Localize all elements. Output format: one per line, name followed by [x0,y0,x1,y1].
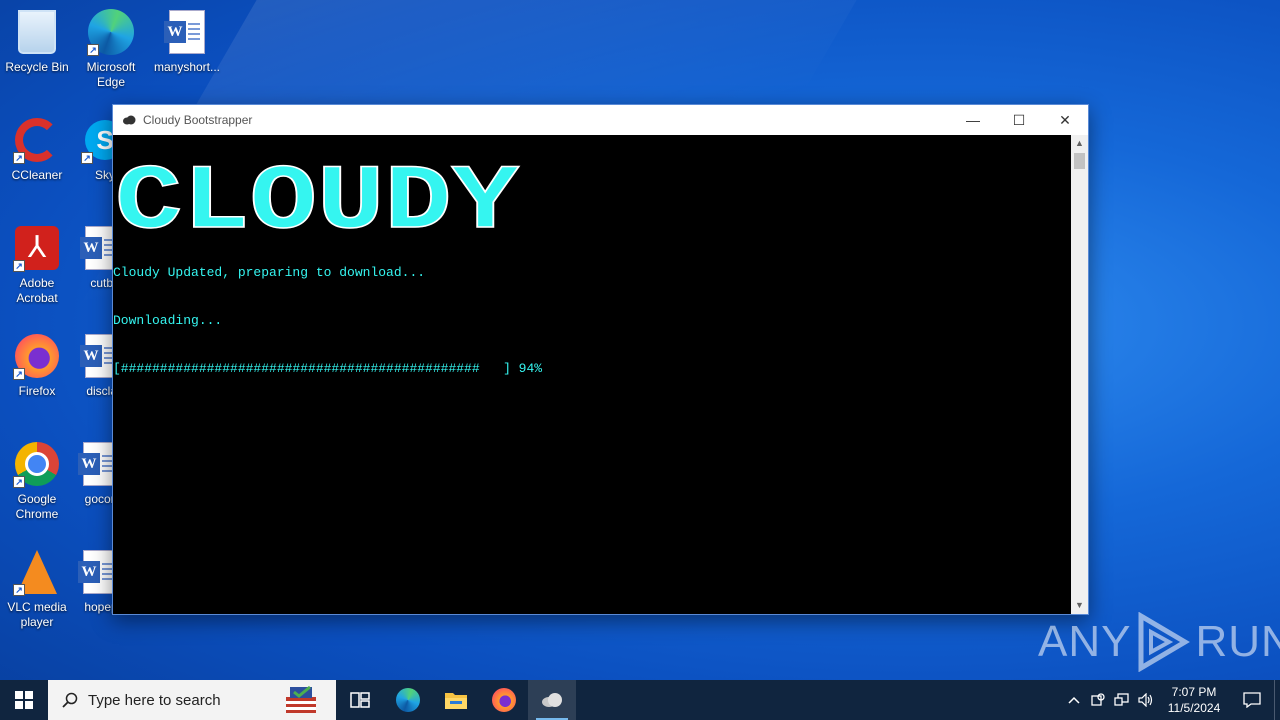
vertical-scrollbar[interactable]: ▲ ▼ [1071,135,1088,614]
task-view-icon [350,692,370,708]
shortcut-arrow-icon: ↗ [87,44,99,56]
vlc-icon: ↗ [13,548,61,596]
search-icon [62,692,78,708]
window-titlebar[interactable]: Cloudy Bootstrapper — ☐ ✕ [113,105,1088,135]
minimize-button[interactable]: — [950,105,996,135]
console-line-progress: [#######################################… [113,361,543,376]
desktop-icon-microsoft-edge[interactable]: ↗ Microsoft Edge [74,8,148,90]
desktop-icon-google-chrome[interactable]: ↗ Google Chrome [0,440,74,522]
ccleaner-icon: ↗ [13,116,61,164]
file-explorer-icon [445,693,467,709]
desktop-icon-label: Google Chrome [15,492,59,521]
action-center-button[interactable] [1230,680,1274,720]
shortcut-arrow-icon: ↗ [13,368,25,380]
recycle-bin-icon [13,8,61,56]
desktop-icon-ccleaner[interactable]: ↗ CCleaner [0,116,74,183]
play-logo-icon [1138,612,1191,672]
anyrun-watermark: ANY RUN [1038,612,1280,672]
notification-icon [1243,692,1261,708]
taskbar-search-box[interactable]: Type here to search [48,680,336,720]
cloudy-bootstrapper-window: Cloudy Bootstrapper — ☐ ✕ CLOUDY Cloudy … [112,104,1089,615]
taskbar-clock[interactable]: 7:07 PM 11/5/2024 [1158,684,1230,716]
scroll-up-icon[interactable]: ▲ [1071,135,1088,152]
desktop-icon-label: CCleaner [11,168,63,182]
tray-network-button[interactable] [1110,680,1134,720]
firefox-icon [492,688,516,712]
window-title: Cloudy Bootstrapper [143,113,253,127]
taskbar-file-explorer-button[interactable] [432,680,480,720]
clock-time: 7:07 PM [1171,685,1217,699]
firefox-icon: ↗ [13,332,61,380]
console-line-downloading: Downloading... [113,313,223,328]
chrome-icon: ↗ [13,440,61,488]
console-output[interactable]: CLOUDY Cloudy Updated, preparing to down… [113,135,1071,614]
desktop-icon-adobe-acrobat[interactable]: ⅄ ↗ Adobe Acrobat [0,224,74,306]
desktop-icon-manyshort[interactable]: W manyshort... [150,8,224,75]
system-tray: 7:07 PM 11/5/2024 [1062,680,1280,720]
cloudy-icon [542,693,562,707]
desktop-icon-label: Firefox [18,384,56,398]
shortcut-arrow-icon: ↗ [13,152,25,164]
edge-icon [396,688,420,712]
shortcut-arrow-icon: ↗ [81,152,93,164]
task-view-button[interactable] [336,680,384,720]
desktop-icon-label: VLC media player [7,600,67,629]
network-icon [1114,693,1129,706]
search-highlight-icon [286,685,316,713]
shortcut-arrow-icon: ↗ [13,260,25,272]
taskbar: Type here to search 7:07 PM 11/5/2024 [0,680,1280,720]
maximize-button[interactable]: ☐ [996,105,1042,135]
shortcut-arrow-icon: ↗ [13,476,25,488]
shortcut-arrow-icon: ↗ [13,584,25,596]
desktop-icon-label: manyshort... [153,60,221,74]
cloud-icon [121,112,137,128]
desktop-icon-vlc[interactable]: ↗ VLC media player [0,548,74,630]
taskbar-firefox-button[interactable] [480,680,528,720]
edge-icon: ↗ [87,8,135,56]
chevron-up-icon [1068,696,1080,704]
watermark-left: ANY [1038,617,1132,666]
taskbar-cloudy-button[interactable] [528,680,576,720]
word-doc-icon: W [163,8,211,56]
scroll-thumb[interactable] [1074,153,1085,169]
desktop-icon-label: Microsoft Edge [86,60,136,89]
maximize-icon: ☐ [1012,111,1026,128]
cloudy-ascii-banner: CLOUDY [114,149,520,233]
show-desktop-button[interactable] [1274,680,1280,720]
close-button[interactable]: ✕ [1042,105,1088,135]
banner-text: CLOUDY [115,150,520,233]
acrobat-icon: ⅄ ↗ [13,224,61,272]
close-icon: ✕ [1059,111,1071,128]
tray-meet-now-button[interactable] [1086,680,1110,720]
clock-date: 11/5/2024 [1167,701,1221,715]
windows-logo-icon [15,691,33,709]
watermark-right: RUN [1195,617,1280,666]
volume-icon [1138,693,1153,707]
tray-volume-button[interactable] [1134,680,1158,720]
tray-app-icon [1091,693,1105,706]
desktop-icon-label: Adobe Acrobat [16,276,58,305]
desktop-icon-firefox[interactable]: ↗ Firefox [0,332,74,399]
taskbar-edge-button[interactable] [384,680,432,720]
show-hidden-icons-button[interactable] [1062,680,1086,720]
search-placeholder: Type here to search [88,691,221,709]
desktop-icon-recycle-bin[interactable]: Recycle Bin [0,8,74,75]
desktop-icon-label: Recycle Bin [5,60,69,74]
minimize-icon: — [966,112,980,128]
start-button[interactable] [0,680,48,720]
console-line-status: Cloudy Updated, preparing to download... [113,265,426,280]
